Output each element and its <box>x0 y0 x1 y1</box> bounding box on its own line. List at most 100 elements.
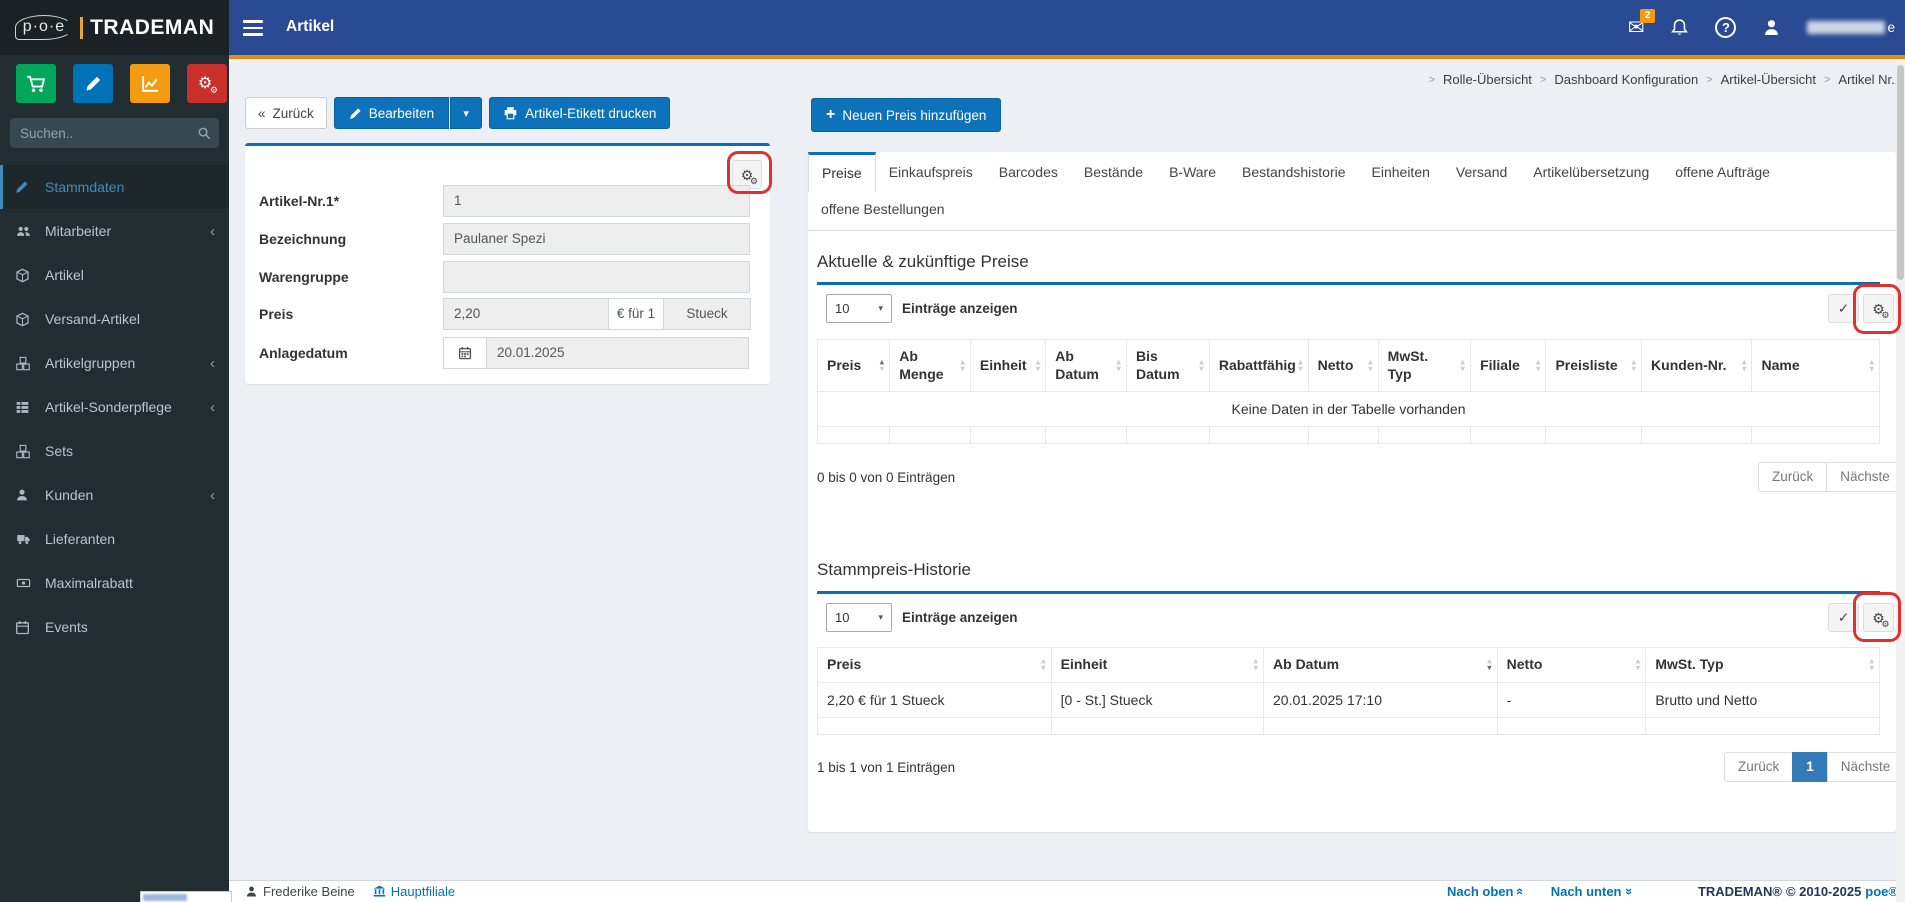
breadcrumb-artikel-uebersicht[interactable]: Artikel-Übersicht <box>1721 72 1816 87</box>
settings-quick-button[interactable]: ⚙ ⚙ <box>187 64 227 103</box>
add-price-button[interactable]: + Neuen Preis hinzufügen <box>811 98 1002 132</box>
print-label-button[interactable]: Artikel-Etikett drucken <box>489 97 671 129</box>
section1-prev-button[interactable]: Zurück <box>1758 462 1828 492</box>
col-preis[interactable]: Preis <box>817 647 1052 683</box>
section2-page-1-button[interactable]: 1 <box>1792 752 1828 782</box>
user-menu-button[interactable] <box>1762 18 1781 37</box>
sort-icons <box>960 358 965 373</box>
edit-quick-button[interactable] <box>73 64 113 103</box>
sidebar-nav: Stammdaten Mitarbeiter ‹ Artikel Versand… <box>0 165 229 649</box>
col-preisliste[interactable]: Preisliste <box>1545 339 1643 392</box>
poe-logo: p·o·e <box>14 15 74 40</box>
sidebar-item-events[interactable]: Events <box>0 605 229 649</box>
tab-offene-bestellungen[interactable]: offene Bestellungen <box>808 192 958 231</box>
cubes-icon <box>15 444 45 459</box>
artikel-nr-input[interactable]: 1 <box>443 185 750 217</box>
vendor-link[interactable]: poe® <box>1865 884 1898 899</box>
section2-page-length-select[interactable]: 10 ▾ <box>826 603 892 632</box>
search-icon[interactable] <box>197 126 212 141</box>
sidebar-item-mitarbeiter[interactable]: Mitarbeiter ‹ <box>0 209 229 253</box>
printer-icon <box>503 106 518 121</box>
hamburger-menu-icon[interactable] <box>243 20 263 40</box>
col-preis[interactable]: Preis <box>816 339 891 392</box>
sidebar-item-artikel[interactable]: Artikel <box>0 253 229 297</box>
section1-select-columns-button[interactable]: ✓ <box>1828 294 1859 323</box>
footer-branch-link[interactable]: Hauptfiliale <box>373 884 455 899</box>
bezeichnung-input[interactable]: Paulaner Spezi <box>443 223 750 255</box>
search-input[interactable] <box>20 125 197 141</box>
col-bis-datum[interactable]: Bis Datum <box>1126 339 1210 392</box>
section1-page-length-select[interactable]: 10 ▾ <box>826 294 892 323</box>
sidebar-item-maximalrabatt[interactable]: Maximalrabatt <box>0 561 229 605</box>
edit-button[interactable]: Bearbeiten <box>333 97 450 129</box>
tab-einkaufspreis[interactable]: Einkaufspreis <box>876 152 986 192</box>
col-einheit[interactable]: Einheit <box>969 339 1047 392</box>
section2-next-button[interactable]: Nächste <box>1826 752 1905 782</box>
notifications-button[interactable] <box>1670 18 1689 37</box>
section2-settings-button[interactable]: ⚙ ⚙ <box>1863 603 1894 632</box>
tab-preise[interactable]: Preise <box>808 152 876 192</box>
sort-icons <box>1199 358 1204 373</box>
col-mwst-typ[interactable]: MwSt. Typ <box>1645 647 1880 683</box>
col-mwst-typ[interactable]: MwSt. Typ <box>1377 339 1472 392</box>
cube-icon <box>15 312 45 327</box>
tab-b-ware[interactable]: B-Ware <box>1156 152 1229 192</box>
col-ab-datum[interactable]: Ab Datum <box>1045 339 1127 392</box>
section1-next-button[interactable]: Nächste <box>1826 462 1904 492</box>
bank-icon <box>373 885 386 898</box>
app-logo[interactable]: p·o·e TRADEMAN <box>0 0 229 55</box>
sidebar-item-versand-artikel[interactable]: Versand-Artikel <box>0 297 229 341</box>
col-filiale[interactable]: Filiale <box>1470 339 1547 392</box>
empty-message: Keine Daten in der Tabelle vorhanden <box>817 391 1880 427</box>
warengruppe-input[interactable] <box>443 261 750 293</box>
question-circle-icon: ? <box>1715 17 1737 38</box>
tab-versand[interactable]: Versand <box>1443 152 1520 192</box>
scroll-to-top-link[interactable]: Nach oben « <box>1447 884 1529 899</box>
sidebar-item-artikelgruppen[interactable]: Artikelgruppen ‹ <box>0 341 229 385</box>
tab-bestaende[interactable]: Bestände <box>1071 152 1156 192</box>
col-netto[interactable]: Netto <box>1496 647 1647 683</box>
section2-select-columns-button[interactable]: ✓ <box>1828 603 1859 632</box>
sidebar-item-stammdaten[interactable]: Stammdaten <box>0 165 229 209</box>
scroll-to-bottom-link[interactable]: Nach unten » <box>1551 884 1637 899</box>
col-kunden-nr[interactable]: Kunden-Nr. <box>1641 339 1753 392</box>
tab-artikeluebersetzung[interactable]: Artikelübersetzung <box>1520 152 1662 192</box>
back-button[interactable]: « Zurück <box>245 97 327 129</box>
messages-button[interactable]: ✉ 2 <box>1628 8 1656 38</box>
breadcrumb-rolle-uebersicht[interactable]: Rolle-Übersicht <box>1443 72 1532 87</box>
anlagedatum-input[interactable]: 20.01.2025 <box>486 337 749 369</box>
sidebar-item-artikel-sonderpflege[interactable]: Artikel-Sonderpflege ‹ <box>0 385 229 429</box>
cart-quick-button[interactable] <box>16 64 56 103</box>
breadcrumb-artikel-nr1[interactable]: Artikel Nr.1 <box>1838 72 1902 87</box>
col-rabattfaehig[interactable]: Rabattfähig <box>1208 339 1309 392</box>
breadcrumb-dashboard-konfiguration[interactable]: Dashboard Konfiguration <box>1554 72 1698 87</box>
tab-offene-auftraege[interactable]: offene Aufträge <box>1662 152 1783 192</box>
empty-row: Keine Daten in der Tabelle vorhanden <box>817 391 1880 427</box>
sort-icons <box>1368 358 1373 373</box>
length-label: Einträge anzeigen <box>902 301 1018 316</box>
table-row[interactable]: 2,20 € für 1 Stueck [0 - St.] Stueck 20.… <box>817 681 1880 718</box>
statistics-quick-button[interactable] <box>130 64 170 103</box>
topbar: Artikel ✉ 2 ? e <box>229 0 1905 59</box>
col-einheit[interactable]: Einheit <box>1050 647 1265 683</box>
user-name-redacted[interactable]: e <box>1807 20 1895 35</box>
preis-input[interactable]: 2,20 <box>443 298 609 330</box>
sidebar-item-kunden[interactable]: Kunden ‹ <box>0 473 229 517</box>
sidebar-item-sets[interactable]: Sets <box>0 429 229 473</box>
tab-barcodes[interactable]: Barcodes <box>986 152 1071 192</box>
cell-ab-datum: 20.01.2025 17:10 <box>1263 681 1498 718</box>
tab-bestandshistorie[interactable]: Bestandshistorie <box>1229 152 1359 192</box>
col-ab-datum[interactable]: Ab Datum <box>1263 647 1498 683</box>
section1-settings-button[interactable]: ⚙ ⚙ <box>1863 294 1894 323</box>
help-button[interactable]: ? <box>1715 17 1737 38</box>
col-name[interactable]: Name <box>1751 339 1880 392</box>
sidebar-item-lieferanten[interactable]: Lieferanten <box>0 517 229 561</box>
page-scrollbar[interactable] <box>1896 59 1905 902</box>
table-footer-row <box>816 426 1880 444</box>
scrollbar-thumb[interactable] <box>1897 65 1904 280</box>
edit-dropdown-toggle[interactable]: ▾ <box>450 97 483 129</box>
col-ab-menge[interactable]: Ab Menge <box>889 339 971 392</box>
tab-einheiten[interactable]: Einheiten <box>1359 152 1443 192</box>
col-netto[interactable]: Netto <box>1307 339 1379 392</box>
section2-prev-button[interactable]: Zurück <box>1724 752 1794 782</box>
